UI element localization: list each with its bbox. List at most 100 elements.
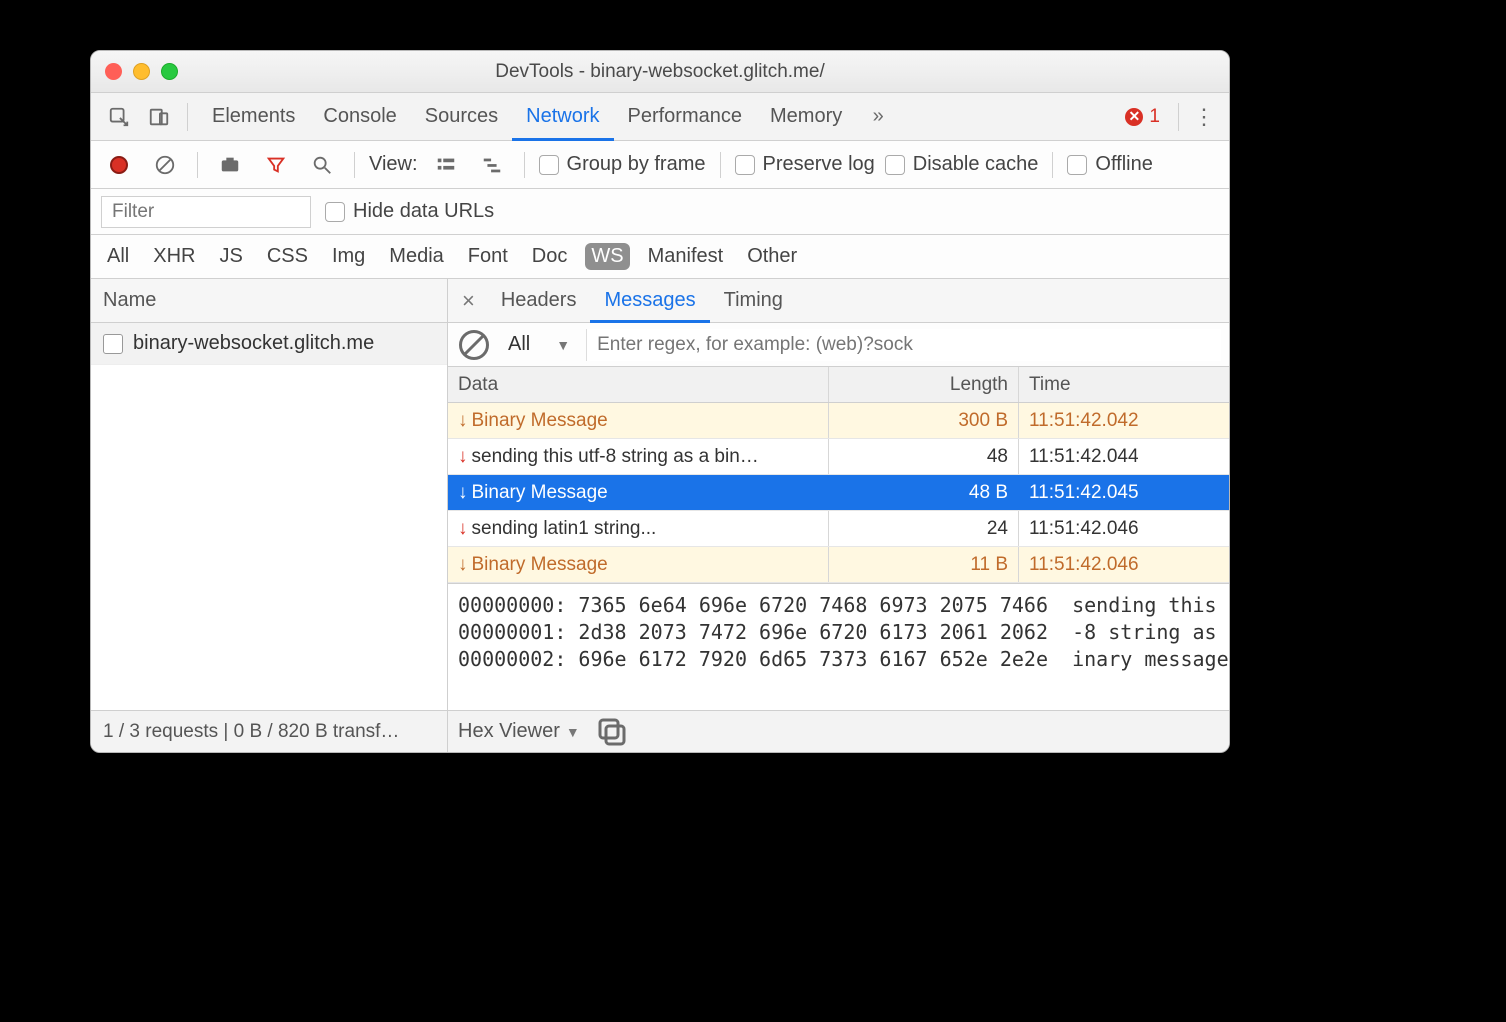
message-time: 11:51:42.044 <box>1019 439 1229 474</box>
offline-checkbox[interactable]: Offline <box>1067 153 1152 176</box>
message-row[interactable]: ↓Binary Message300 B11:51:42.042 <box>448 403 1229 439</box>
error-icon: ✕ <box>1125 108 1143 126</box>
error-count: 1 <box>1149 106 1160 128</box>
message-length: 24 <box>829 511 1019 546</box>
message-data: sending this utf-8 string as a bin… <box>472 446 759 468</box>
close-window-button[interactable] <box>105 63 122 80</box>
zoom-window-button[interactable] <box>161 63 178 80</box>
arrow-down-icon: ↓ <box>458 482 468 504</box>
status-summary: 1 / 3 requests | 0 B / 820 B transf… <box>91 711 448 752</box>
hex-viewer: 00000000: 7365 6e64 696e 6720 7468 6973 … <box>448 583 1229 710</box>
websocket-icon <box>103 334 123 354</box>
disable-cache-checkbox[interactable]: Disable cache <box>885 153 1039 176</box>
message-data: Binary Message <box>472 410 608 432</box>
error-count-badge[interactable]: ✕ 1 <box>1117 106 1168 128</box>
hex-viewer-select[interactable]: Hex Viewer▼ <box>458 720 580 743</box>
panel-tab-console[interactable]: Console <box>309 93 410 141</box>
statusbar: 1 / 3 requests | 0 B / 820 B transf… Hex… <box>91 710 1229 752</box>
panel-tab-network[interactable]: Network <box>512 93 613 141</box>
message-length: 48 B <box>829 475 1019 510</box>
type-chip-xhr[interactable]: XHR <box>147 243 201 270</box>
type-chip-other[interactable]: Other <box>741 243 803 270</box>
type-chip-ws[interactable]: WS <box>585 243 629 270</box>
name-column-header[interactable]: Name <box>91 279 447 323</box>
message-time: 11:51:42.042 <box>1019 403 1229 438</box>
clear-button[interactable] <box>147 147 183 183</box>
arrow-down-icon: ↓ <box>458 554 468 576</box>
message-type-select[interactable]: All▼ <box>500 333 578 356</box>
more-tabs-button[interactable]: » <box>860 99 896 135</box>
main-split: Name binary-websocket.glitch.me × Header… <box>91 279 1229 710</box>
panel-tab-sources[interactable]: Sources <box>411 93 512 141</box>
messages-toolbar: All▼ <box>448 323 1229 367</box>
type-chip-media[interactable]: Media <box>383 243 449 270</box>
titlebar: DevTools - binary-websocket.glitch.me/ <box>91 51 1229 93</box>
resource-type-filter: All XHR JS CSS Img Media Font Doc WS Manifest Othe… <box>91 235 1229 279</box>
message-row[interactable]: ↓sending this utf-8 string as a bin… 4811… <box>448 439 1229 475</box>
devtools-window: DevTools - binary-websocket.glitch.me/ E… <box>90 50 1230 753</box>
message-data: sending latin1 string... <box>472 518 657 540</box>
panel-tab-elements[interactable]: Elements <box>198 93 309 141</box>
group-by-frame-checkbox[interactable]: Group by frame <box>539 153 706 176</box>
message-row[interactable]: ↓Binary Message 11 B11:51:42.046 <box>448 547 1229 583</box>
traffic-lights <box>105 63 178 80</box>
message-data: Binary Message <box>472 482 608 504</box>
filter-icon[interactable] <box>258 147 294 183</box>
chevron-down-icon: ▼ <box>566 724 580 740</box>
capture-screenshots-icon[interactable] <box>212 147 248 183</box>
window-title: DevTools - binary-websocket.glitch.me/ <box>91 61 1229 83</box>
message-time: 11:51:42.046 <box>1019 511 1229 546</box>
detail-tab-timing[interactable]: Timing <box>710 279 797 323</box>
close-icon[interactable]: × <box>456 288 481 314</box>
filter-input[interactable] <box>101 196 311 228</box>
copy-icon[interactable] <box>594 714 630 750</box>
panel-tabstrip: ElementsConsoleSourcesNetworkPerformance… <box>91 93 1229 141</box>
clear-messages-icon[interactable] <box>456 327 492 363</box>
preserve-log-checkbox[interactable]: Preserve log <box>735 153 875 176</box>
type-chip-css[interactable]: CSS <box>261 243 314 270</box>
message-data: Binary Message <box>472 554 608 576</box>
search-icon[interactable] <box>304 147 340 183</box>
detail-tab-messages[interactable]: Messages <box>590 279 709 323</box>
request-list: Name binary-websocket.glitch.me <box>91 279 448 710</box>
detail-tab-headers[interactable]: Headers <box>487 279 591 323</box>
panel-tab-memory[interactable]: Memory <box>756 93 856 141</box>
message-length: 11 B <box>829 547 1019 582</box>
minimize-window-button[interactable] <box>133 63 150 80</box>
divider <box>1178 103 1179 131</box>
col-length[interactable]: Length <box>829 367 1019 402</box>
table-header: Data Length Time <box>448 367 1229 403</box>
message-regex-input[interactable] <box>586 329 1221 361</box>
message-time: 11:51:42.045 <box>1019 475 1229 510</box>
type-chip-all[interactable]: All <box>101 243 135 270</box>
network-toolbar: View: Group by frame Preserve log Disabl… <box>91 141 1229 189</box>
message-row[interactable]: ↓Binary Message 48 B11:51:42.045 <box>448 475 1229 511</box>
request-detail: × HeadersMessagesTiming All▼ Data Length… <box>448 279 1229 710</box>
detail-tabs: × HeadersMessagesTiming <box>448 279 1229 323</box>
messages-table: Data Length Time ↓Binary Message300 B11:… <box>448 367 1229 583</box>
toggle-device-icon[interactable] <box>141 99 177 135</box>
record-button[interactable] <box>101 147 137 183</box>
type-chip-js[interactable]: JS <box>213 243 248 270</box>
request-row[interactable]: binary-websocket.glitch.me <box>91 323 447 365</box>
type-chip-manifest[interactable]: Manifest <box>642 243 730 270</box>
type-chip-img[interactable]: Img <box>326 243 371 270</box>
message-length: 48 <box>829 439 1019 474</box>
inspect-element-icon[interactable] <box>101 99 137 135</box>
waterfall-icon[interactable] <box>474 147 510 183</box>
arrow-down-icon: ↓ <box>458 410 468 432</box>
message-time: 11:51:42.046 <box>1019 547 1229 582</box>
panel-tab-performance[interactable]: Performance <box>614 93 757 141</box>
view-label: View: <box>369 153 418 176</box>
hide-data-urls-checkbox[interactable]: Hide data URLs <box>325 200 494 223</box>
message-row[interactable]: ↓sending latin1 string... 2411:51:42.046 <box>448 511 1229 547</box>
large-rows-icon[interactable] <box>428 147 464 183</box>
col-data[interactable]: Data <box>448 367 829 402</box>
col-time[interactable]: Time <box>1019 367 1229 402</box>
arrow-down-icon: ↓ <box>458 446 468 468</box>
type-chip-font[interactable]: Font <box>462 243 514 270</box>
type-chip-doc[interactable]: Doc <box>526 243 574 270</box>
arrow-down-icon: ↓ <box>458 518 468 540</box>
divider <box>187 103 188 131</box>
settings-menu-button[interactable]: ⋮ <box>1189 104 1219 130</box>
